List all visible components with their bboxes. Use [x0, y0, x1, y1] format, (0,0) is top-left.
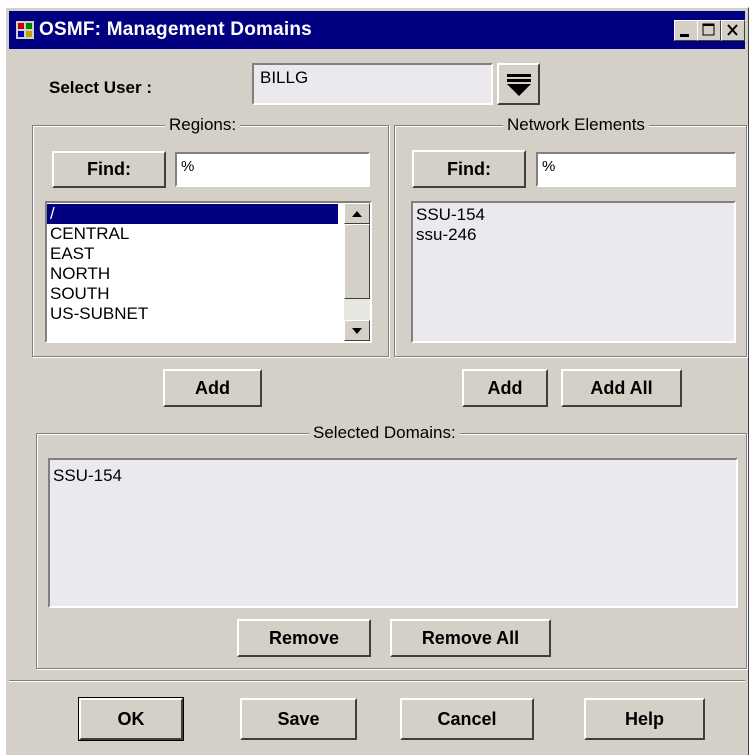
selected-domain-item[interactable]: SSU-154: [50, 466, 730, 486]
minimize-button[interactable]: [674, 20, 698, 41]
footer-separator: [9, 680, 745, 682]
arrow-down-icon: [352, 328, 362, 334]
network-list-item[interactable]: ssu-246: [413, 225, 713, 245]
selected-domains-listbox[interactable]: SSU-154: [48, 458, 738, 608]
close-icon: [727, 24, 738, 36]
title-bar[interactable]: OSMF: Management Domains: [9, 11, 745, 49]
regions-list-item[interactable]: /: [47, 204, 338, 224]
network-elements-legend: Network Elements: [503, 115, 649, 135]
app-icon: [16, 21, 34, 39]
selected-domains-legend: Selected Domains:: [309, 423, 460, 443]
network-add-all-button[interactable]: Add All: [561, 369, 682, 407]
network-add-button[interactable]: Add: [462, 369, 548, 407]
remove-button[interactable]: Remove: [237, 619, 371, 657]
user-value: BILLG: [260, 68, 309, 87]
regions-list-item[interactable]: CENTRAL: [47, 224, 338, 244]
close-button[interactable]: [721, 20, 745, 41]
minimize-icon: [680, 34, 689, 37]
scroll-down-button[interactable]: [344, 320, 370, 341]
user-dropdown-button[interactable]: [497, 63, 540, 105]
regions-filter-value: %: [181, 158, 195, 175]
regions-add-button[interactable]: Add: [163, 369, 262, 407]
network-elements-group: Network Elements Find: % SSU-154 ssu-246: [394, 115, 747, 357]
regions-list-item[interactable]: NORTH: [47, 264, 338, 284]
network-find-button[interactable]: Find:: [412, 150, 526, 188]
maximize-icon: [702, 23, 715, 36]
network-list-item[interactable]: SSU-154: [413, 205, 713, 225]
select-user-label: Select User :: [49, 78, 152, 97]
dropdown-arrow-icon: [506, 74, 531, 96]
user-field[interactable]: BILLG: [252, 63, 493, 105]
arrow-up-icon: [352, 211, 362, 217]
scroll-thumb[interactable]: [344, 224, 370, 299]
regions-list-item[interactable]: EAST: [47, 244, 338, 264]
selected-domains-group: Selected Domains: SSU-154 Remove Remove …: [36, 423, 747, 669]
regions-group: Regions: Find: % / CENTRAL EAST NORTH SO…: [32, 115, 389, 357]
help-button[interactable]: Help: [584, 698, 705, 740]
maximize-button[interactable]: [697, 20, 721, 41]
ok-button[interactable]: OK: [78, 697, 184, 741]
network-filter-value: %: [542, 158, 556, 175]
remove-all-button[interactable]: Remove All: [390, 619, 551, 657]
save-button[interactable]: Save: [240, 698, 357, 740]
regions-legend: Regions:: [165, 115, 241, 135]
network-elements-listbox[interactable]: SSU-154 ssu-246: [411, 201, 736, 343]
network-elements-list: SSU-154 ssu-246: [413, 205, 713, 245]
cancel-button[interactable]: Cancel: [400, 698, 534, 740]
regions-list: / CENTRAL EAST NORTH SOUTH US-SUBNET: [47, 204, 338, 324]
regions-scrollbar[interactable]: [344, 203, 370, 341]
regions-listbox[interactable]: / CENTRAL EAST NORTH SOUTH US-SUBNET: [45, 201, 372, 343]
management-domains-window: OSMF: Management Domains Select User : B…: [5, 7, 749, 755]
selected-domains-list: SSU-154: [50, 466, 730, 486]
regions-find-button[interactable]: Find:: [52, 151, 166, 188]
network-filter-input[interactable]: %: [536, 152, 736, 187]
regions-filter-input[interactable]: %: [175, 152, 370, 187]
regions-list-item[interactable]: US-SUBNET: [47, 304, 338, 324]
regions-list-item[interactable]: SOUTH: [47, 284, 338, 304]
scroll-up-button[interactable]: [344, 203, 370, 224]
window-title: OSMF: Management Domains: [39, 19, 312, 40]
